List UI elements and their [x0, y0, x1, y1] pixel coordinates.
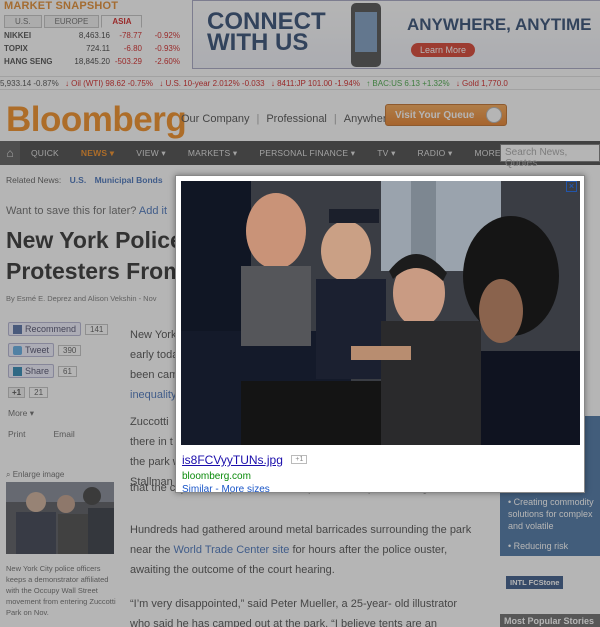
image-info: is8FCVyyTUNs.jpg +1 bloomberg.com Simila…	[182, 451, 308, 495]
protest-photo[interactable]	[181, 181, 580, 445]
image-preview-popup: × is8FCVyyTUNs.jpg +1 bloomberg.com Simi…	[175, 175, 585, 495]
similar-more-sizes-links[interactable]: Similar - More sizes	[182, 484, 307, 495]
image-filename-link[interactable]: is8FCVyyTUNs.jpg	[182, 453, 283, 467]
image-source-domain: bloomberg.com	[182, 471, 251, 482]
plus-one-badge[interactable]: +1	[291, 455, 308, 465]
close-icon[interactable]: ×	[566, 181, 577, 192]
page: MARKET SNAPSHOT U.S. EUROPE ASIA NIKKEI …	[0, 0, 600, 627]
